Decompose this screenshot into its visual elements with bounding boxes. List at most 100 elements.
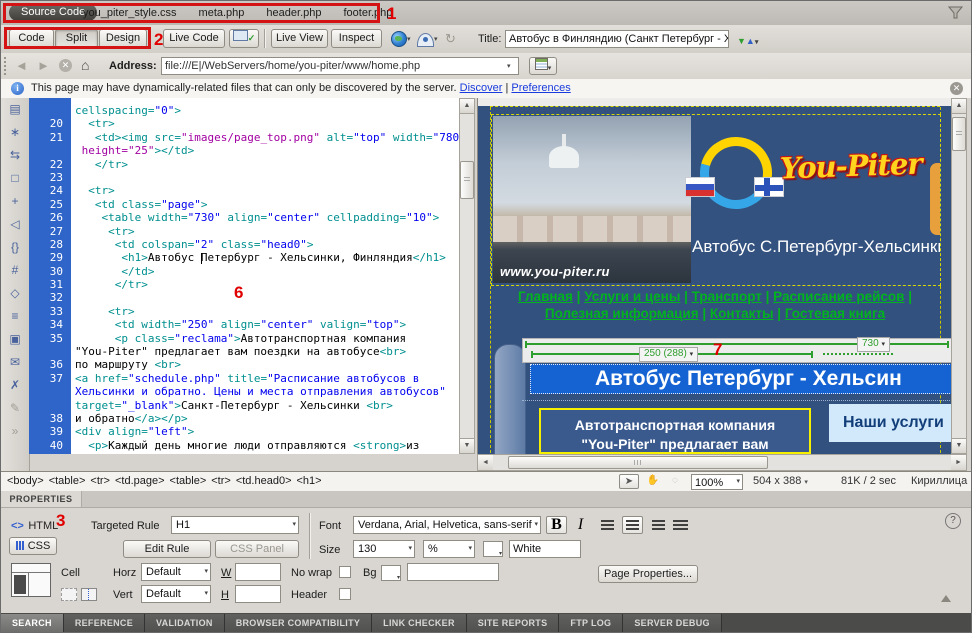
hand-tool-icon[interactable]: ✋ (643, 474, 663, 489)
code-line[interactable]: 22 </tr> (29, 158, 459, 171)
split-cell-icon[interactable] (81, 588, 97, 601)
design-view-button[interactable]: Design (99, 29, 147, 48)
table-width-menu[interactable]: 730 ▾ (857, 337, 890, 352)
tag-selector-item[interactable]: <td.head0> (236, 475, 292, 487)
code-line[interactable]: "You-Piter" предлагает вам поездки на ав… (29, 345, 459, 358)
design-nav-link[interactable]: Услуги и цены (584, 289, 680, 304)
tag-selector-item[interactable]: <h1> (297, 475, 322, 487)
visual-aids-dropdown-arrow[interactable]: ▾ (434, 35, 438, 43)
merge-cells-icon[interactable] (61, 588, 77, 601)
code-scrollbar-thumb[interactable] (460, 161, 474, 199)
code-line[interactable]: 26 <table width="730" align="center" cel… (29, 211, 459, 224)
bottom-tab[interactable]: SERVER DEBUG (623, 614, 721, 632)
preview-in-browser-icon[interactable] (391, 31, 407, 47)
size-unit-select[interactable]: %▾ (423, 540, 475, 558)
bg-color-input[interactable] (407, 563, 499, 581)
align-left-button[interactable] (598, 516, 619, 534)
collapse-full-tag-icon[interactable]: ⇆ (1, 144, 29, 167)
home-icon[interactable]: ⌂ (81, 57, 89, 73)
bottom-tab[interactable]: SEARCH (1, 614, 64, 632)
balance-braces-icon[interactable]: {} (1, 236, 29, 259)
height-input[interactable] (235, 585, 281, 603)
design-nav-link[interactable]: Транспорт (692, 289, 762, 304)
bottom-tab[interactable]: SITE REPORTS (467, 614, 560, 632)
size-select[interactable]: 130▾ (353, 540, 415, 558)
design-vertical-scrollbar[interactable]: ▲ ▼ (951, 98, 967, 454)
toolbar-grip[interactable] (4, 57, 10, 75)
bottom-tab[interactable]: REFERENCE (64, 614, 145, 632)
close-info-bar-icon[interactable]: ✕ (950, 82, 963, 95)
magnification-select[interactable]: 100%▾ (691, 474, 743, 490)
window-size-select[interactable]: 504 x 388 ▾ (753, 472, 808, 492)
code-view-button[interactable]: Code (9, 29, 54, 48)
horz-select[interactable]: Default▾ (141, 563, 211, 581)
targeted-rule-select[interactable]: H1▾ (171, 516, 299, 534)
italic-button[interactable]: I (570, 516, 591, 534)
code-line[interactable]: 38и обратно</a></p> (29, 412, 459, 425)
page-h1-heading[interactable]: Автобус Петербург - Хельсин (530, 364, 952, 394)
highlight-invalid-code-icon[interactable]: ◇ (1, 282, 29, 305)
related-file-tab[interactable]: header.php (266, 7, 321, 19)
code-line[interactable]: 31 </tr> (29, 278, 459, 291)
open-documents-icon[interactable]: ▤ (1, 98, 29, 121)
format-source-icon[interactable]: ✎ (1, 397, 29, 420)
services-header-cell[interactable]: Наши услуги (829, 404, 952, 442)
code-line[interactable]: 39<div align="left"> (29, 425, 459, 438)
code-line[interactable]: 20 <tr> (29, 117, 459, 130)
code-line[interactable]: 29 <h1>Автобус Петербург - Хельсинки, Фи… (29, 251, 459, 264)
nowrap-checkbox[interactable] (339, 566, 351, 578)
align-right-button[interactable] (646, 516, 667, 534)
live-view-button[interactable]: Live View (271, 29, 328, 48)
scroll-down-arrow[interactable]: ▼ (952, 438, 966, 453)
align-justify-button[interactable] (670, 516, 691, 534)
html-mode-button[interactable]: <> HTML (11, 516, 58, 534)
code-editor[interactable]: cellspacing="0">20 <tr>21 <td><img src="… (29, 98, 459, 454)
view-list-button[interactable]: ▾ (529, 57, 557, 75)
code-line[interactable]: 33 <tr> (29, 305, 459, 318)
code-line[interactable]: 23 (29, 171, 459, 184)
select-parent-tag-icon[interactable]: ◁ (1, 213, 29, 236)
help-icon[interactable]: ? (945, 513, 961, 529)
preferences-link[interactable]: Preferences (511, 82, 570, 94)
back-icon[interactable]: ◄ (15, 58, 28, 73)
forward-icon[interactable]: ► (37, 58, 50, 73)
code-line[interactable]: 25 <td class="page"> (29, 198, 459, 211)
text-color-input[interactable]: White (509, 540, 581, 558)
preview-dropdown-arrow[interactable]: ▾ (407, 35, 411, 43)
align-center-button[interactable] (622, 516, 643, 534)
scroll-right-arrow[interactable]: ► (951, 455, 966, 470)
apply-comment-icon[interactable]: ✉ (1, 351, 29, 374)
tag-selector-item[interactable]: <table> (170, 475, 207, 487)
tag-selector-item[interactable]: <table> (49, 475, 86, 487)
tag-selector-item[interactable]: <td.page> (115, 475, 165, 487)
filter-related-files-icon[interactable] (948, 5, 963, 20)
design-horizontal-scrollbar[interactable]: ◄ ► (477, 454, 967, 471)
related-file-tab[interactable]: you_piter_style.css (83, 7, 177, 19)
code-line[interactable]: 37<a href="schedule.php" title="Расписан… (29, 372, 459, 385)
visual-aids-icon[interactable] (417, 33, 434, 47)
design-scrollbar-thumb[interactable] (952, 117, 966, 151)
code-line[interactable]: 30 </td> (29, 265, 459, 278)
scroll-left-arrow[interactable]: ◄ (478, 455, 493, 470)
line-numbers-icon[interactable]: # (1, 259, 29, 282)
collapse-panel-icon[interactable] (941, 595, 951, 602)
code-line[interactable]: 24 <tr> (29, 184, 459, 197)
scroll-down-arrow[interactable]: ▼ (460, 438, 474, 453)
design-hscrollbar-thumb[interactable] (508, 456, 768, 469)
bottom-tab[interactable]: FTP LOG (559, 614, 623, 632)
tag-selector-item[interactable]: <tr> (211, 475, 231, 487)
code-line[interactable]: Хельсинки и обратно. Цены и места отправ… (29, 385, 459, 398)
title-input[interactable]: Автобус в Финляндию (Санкт Петербург - Х… (505, 30, 729, 48)
edit-rule-button[interactable]: Edit Rule (123, 540, 211, 558)
design-view[interactable]: www.you-piter.ru You-Piter Автобус С.Пет… (477, 98, 952, 454)
scroll-up-arrow[interactable]: ▲ (952, 99, 966, 114)
bottom-tab[interactable]: LINK CHECKER (372, 614, 467, 632)
discover-link[interactable]: Discover (460, 82, 503, 94)
code-line[interactable]: 27 <tr> (29, 225, 459, 238)
code-vertical-scrollbar[interactable]: ▲ ▼ (459, 98, 475, 454)
word-wrap-icon[interactable]: ≡ (1, 305, 29, 328)
stop-icon[interactable]: ✕ (59, 59, 72, 72)
address-input[interactable]: file:///E|/WebServers/home/you-piter/www… (161, 57, 519, 75)
code-line[interactable]: target="_blank">Санкт-Петербург - Хельси… (29, 399, 459, 412)
tag-selector-item[interactable]: <tr> (90, 475, 110, 487)
